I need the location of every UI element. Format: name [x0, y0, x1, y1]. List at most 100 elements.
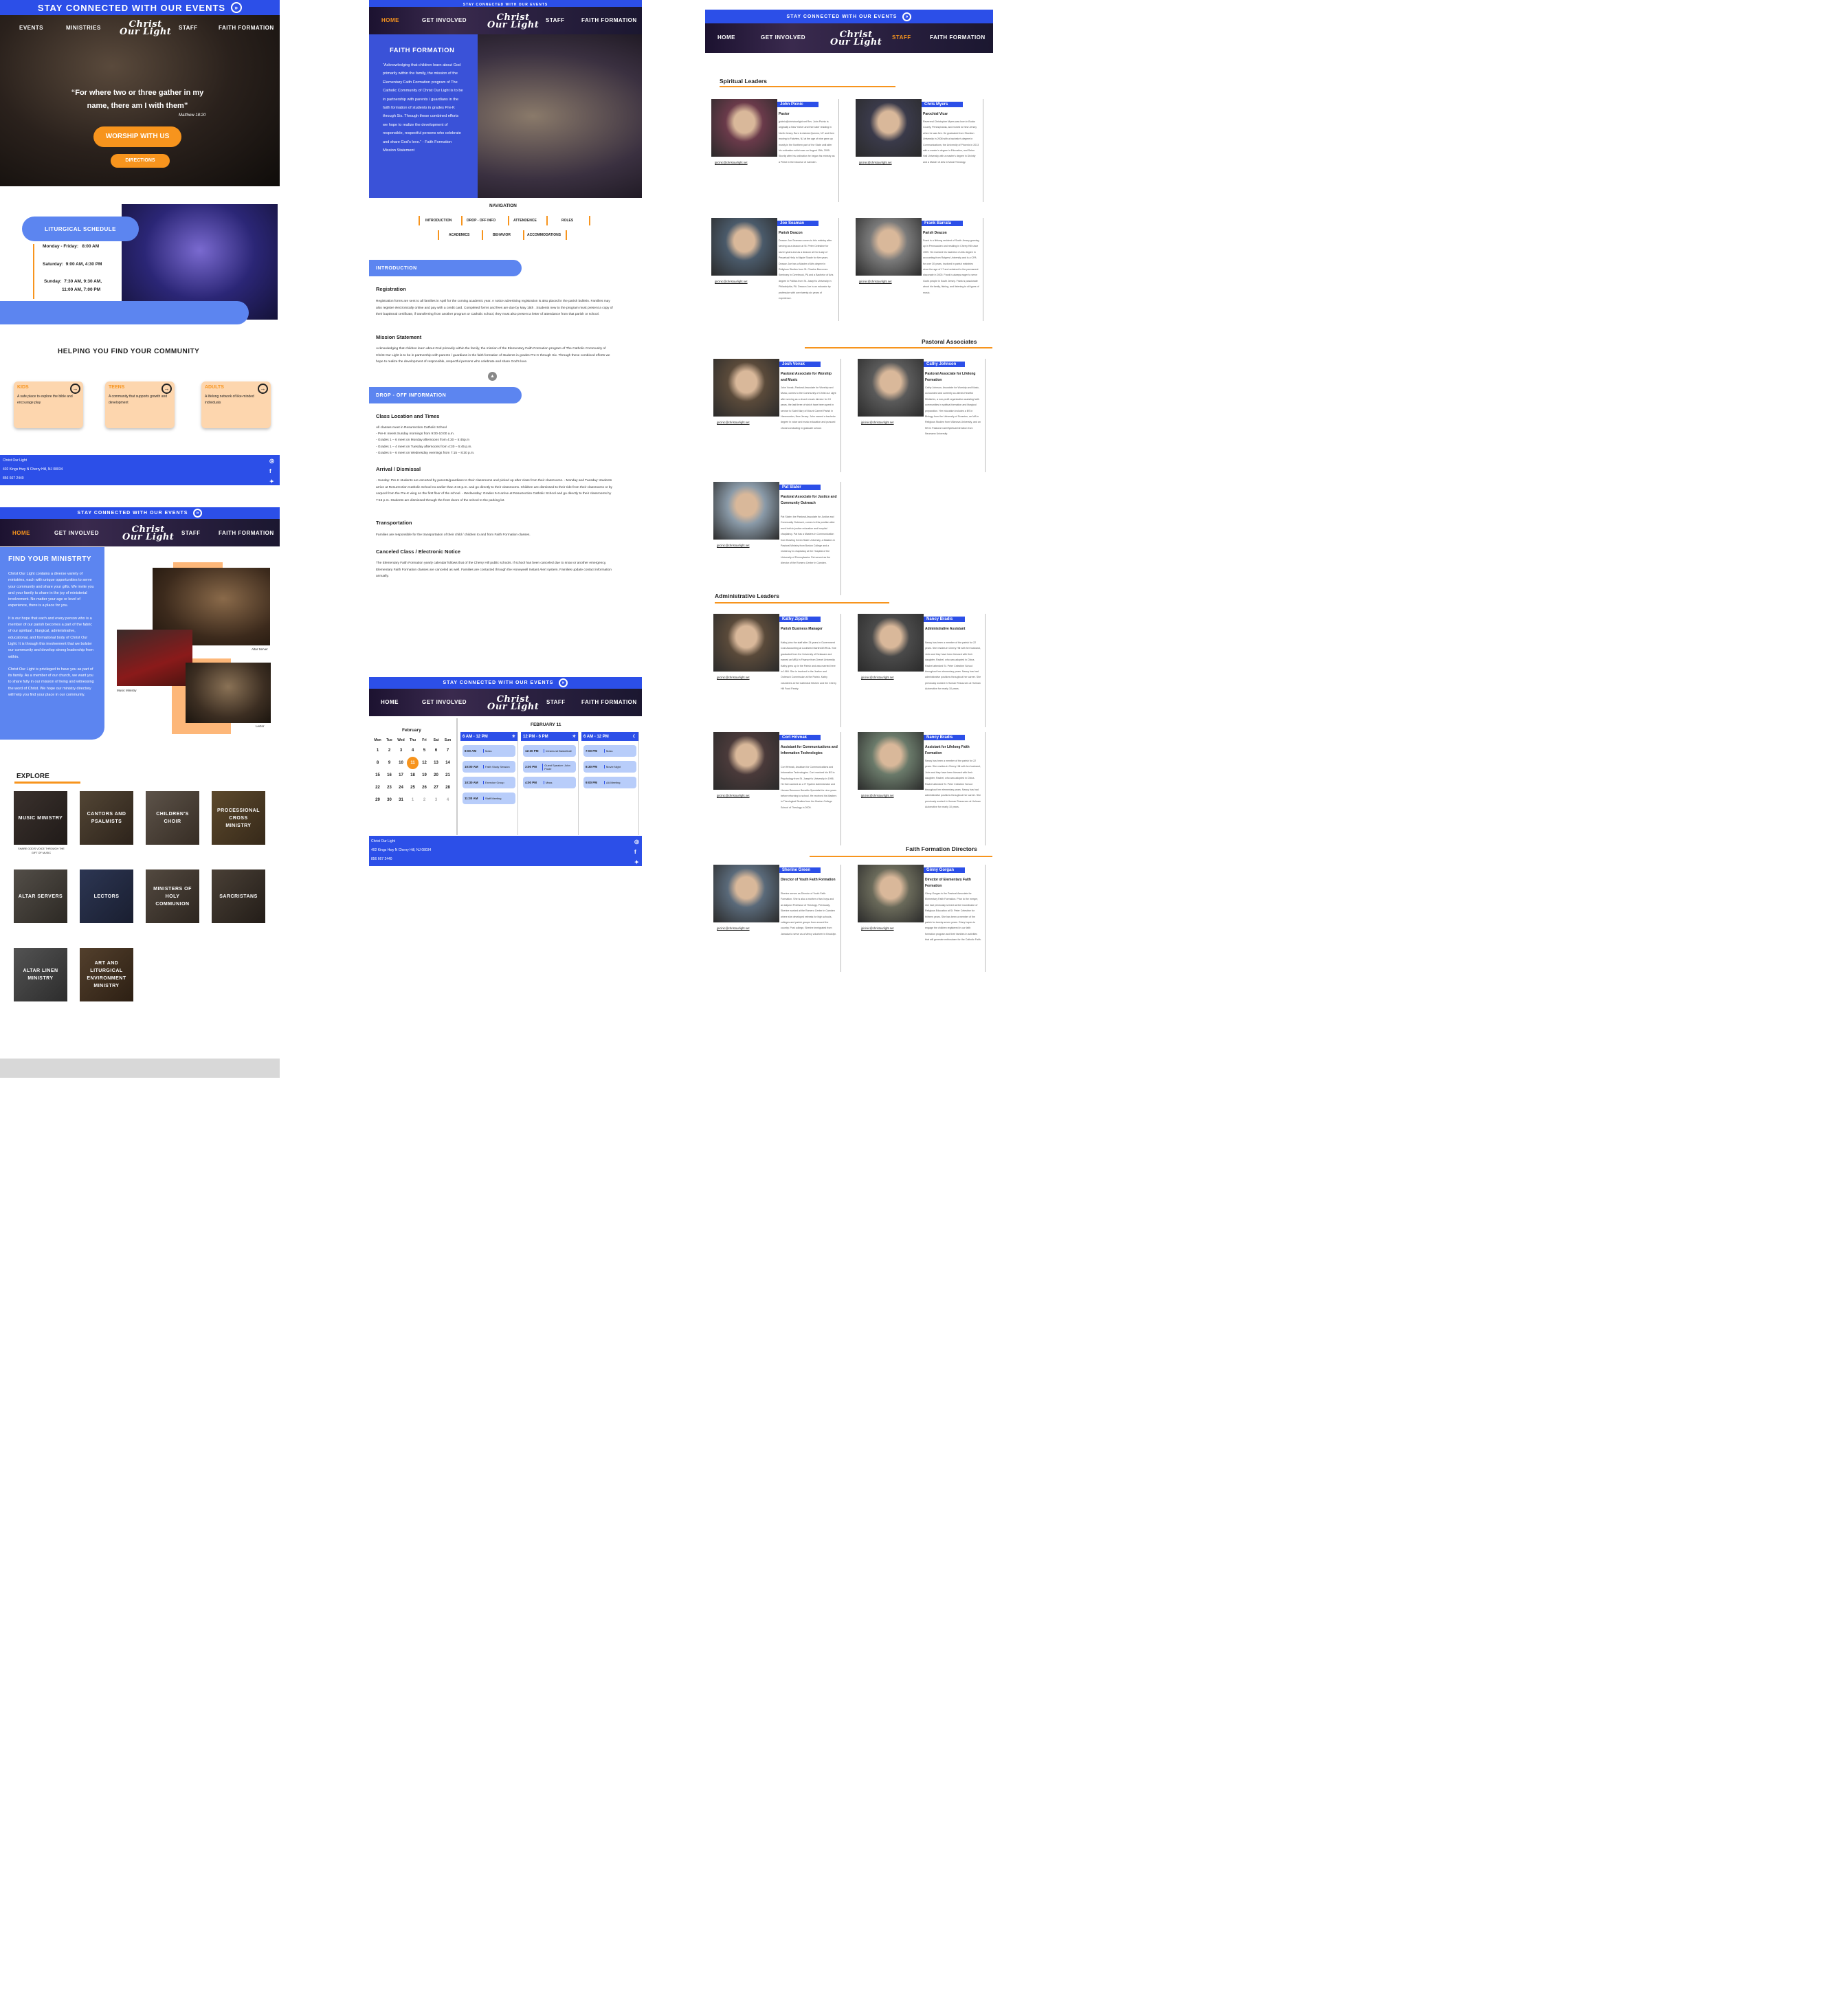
nav-faith-formation[interactable]: FAITH FORMATION — [219, 25, 274, 31]
calendar-day[interactable]: 17 — [395, 769, 407, 782]
staff-email[interactable]: jpicinic@christourlight.net — [861, 421, 894, 424]
calendar-day[interactable]: 11 — [407, 757, 419, 769]
staff-name[interactable]: Frank Barrata — [922, 221, 963, 226]
church-logo[interactable]: Christ Our Light — [120, 20, 171, 36]
calendar-day[interactable]: 2 — [419, 794, 430, 806]
dropoff-pill[interactable]: DROP - OFF INFORMATION — [369, 387, 522, 403]
tile-sacristans[interactable]: SARCRISTANS — [212, 869, 265, 923]
nav-home[interactable]: HOME — [12, 530, 30, 536]
event-item[interactable]: 11:30 AM Staff Meeting — [463, 793, 515, 804]
facebook-icon[interactable]: f — [634, 848, 639, 856]
tile-lectors[interactable]: LECTORS — [80, 869, 133, 923]
directions-button[interactable]: DIRECTIONS — [111, 154, 170, 168]
double-chevron-right-icon[interactable]: » — [193, 509, 203, 518]
tile-holy-communion[interactable]: MINISTERS OF HOLY COMMUNION — [146, 869, 199, 923]
staff-email[interactable]: jpicinic@christourlight.net — [717, 676, 750, 679]
link-roles[interactable]: ROLES — [546, 216, 573, 225]
staff-email[interactable]: jpicinic@christourlight.net — [717, 421, 750, 424]
calendar-day[interactable]: 14 — [442, 757, 454, 769]
staff-name[interactable]: Cort Hrivnak — [779, 735, 821, 740]
nav-staff[interactable]: STAFF — [546, 17, 565, 23]
calendar-day[interactable]: 20 — [430, 769, 442, 782]
nav-home[interactable]: HOME — [381, 17, 399, 23]
event-item[interactable]: 4:00 PM Mass — [523, 777, 576, 788]
nav-events[interactable]: EVENTS — [19, 25, 43, 31]
calendar-day[interactable]: 29 — [372, 794, 383, 806]
tile-processional-cross[interactable]: PROCESSIONAL CROSS MINISTRY — [212, 791, 265, 845]
event-item[interactable]: 10:00 AM Faith Study Session — [463, 761, 515, 773]
events-banner[interactable]: STAY CONNECTED WITH OUR EVENTS — [369, 0, 642, 7]
calendar-day[interactable]: 1 — [372, 744, 383, 757]
nav-get-involved[interactable]: GET INVOLVED — [761, 34, 805, 41]
calendar-day[interactable]: 30 — [383, 794, 395, 806]
staff-name[interactable]: John Picnic — [777, 102, 819, 107]
tile-altar-servers[interactable]: ALTAR SERVERS — [14, 869, 67, 923]
calendar-day[interactable]: 6 — [430, 744, 442, 757]
link-attendance[interactable]: ATTENDENCE — [508, 216, 537, 225]
calendar-day[interactable]: 2 — [383, 744, 395, 757]
intro-pill[interactable]: INTRODUCTION — [369, 260, 522, 276]
staff-name[interactable]: Josh Vovak — [779, 362, 821, 367]
church-logo[interactable]: Christ Our Light — [487, 695, 539, 711]
staff-name[interactable]: Cathy Johnson — [924, 362, 965, 367]
staff-name[interactable]: Nancy Bradis — [924, 617, 965, 622]
nav-faith-formation[interactable]: FAITH FORMATION — [930, 34, 986, 41]
calendar-day[interactable]: 19 — [419, 769, 430, 782]
link-drop-off[interactable]: DROP - OFF INFO — [461, 216, 496, 225]
calendar-day[interactable]: 27 — [430, 782, 442, 794]
calendar-day[interactable]: 7 — [442, 744, 454, 757]
events-banner[interactable]: STAY CONNECTED WITH OUR EVENTS » — [369, 677, 642, 689]
events-banner[interactable]: STAY CONNECTED WITH OUR EVENTS » — [0, 507, 280, 519]
staff-email[interactable]: jpicinic@christourlight.net — [717, 927, 750, 930]
staff-email[interactable]: jpicinic@christourlight.net — [715, 161, 748, 164]
calendar-day[interactable]: 8 — [372, 757, 383, 769]
nav-faith-formation[interactable]: FAITH FORMATION — [581, 17, 637, 23]
calendar-day[interactable]: 15 — [372, 769, 383, 782]
nav-home[interactable]: HOME — [381, 699, 399, 705]
staff-name[interactable]: Joe Seaman — [777, 221, 819, 226]
twitter-icon[interactable]: ✦ — [269, 477, 274, 486]
events-banner[interactable]: STAY CONNECTED WITH OUR EVENTS » — [0, 0, 280, 15]
double-chevron-right-icon[interactable]: » — [559, 678, 568, 687]
kids-card[interactable]: KIDS A safe place to explore the bible a… — [14, 381, 83, 428]
adults-card[interactable]: ADULTS A lifelong network of like-minded… — [201, 381, 271, 428]
calendar-day[interactable]: 21 — [442, 769, 454, 782]
instagram-icon[interactable]: ◎ — [269, 456, 274, 465]
nav-get-involved[interactable]: GET INVOLVED — [422, 699, 467, 705]
nav-staff[interactable]: STAFF — [546, 699, 566, 705]
tile-cantors[interactable]: CANTORS AND PSALMISTS — [80, 791, 133, 845]
tile-altar-linen[interactable]: ALTAR LINEN MINISTRY — [14, 948, 67, 1001]
staff-name[interactable]: Kathy Zippilli — [779, 617, 821, 622]
staff-email[interactable]: jpicinic@christourlight.net — [715, 280, 748, 283]
teens-card[interactable]: TEENS A community that supports growth a… — [105, 381, 175, 428]
twitter-icon[interactable]: ✦ — [634, 858, 639, 866]
staff-email[interactable]: jpicinic@christourlight.net — [861, 794, 894, 797]
calendar-day[interactable]: 25 — [407, 782, 419, 794]
nav-staff[interactable]: STAFF — [892, 34, 911, 41]
calendar-day[interactable]: 16 — [383, 769, 395, 782]
event-item[interactable]: 12:30 PM Intramural Basketball — [523, 745, 576, 757]
calendar-day[interactable]: 28 — [442, 782, 454, 794]
event-item[interactable]: 7:00 PM Mass — [583, 745, 636, 757]
calendar-day[interactable]: 23 — [383, 782, 395, 794]
staff-email[interactable]: jpicinic@christourlight.net — [859, 280, 892, 283]
church-logo[interactable]: Christ Our Light — [487, 13, 539, 30]
facebook-icon[interactable]: f — [269, 467, 274, 476]
link-accommodations[interactable]: ACCOMMODATIONS — [523, 230, 561, 240]
event-item[interactable]: 8:30 PM Movie Night — [583, 761, 636, 773]
staff-name[interactable]: Ginny Gorgan — [924, 867, 965, 873]
nav-staff[interactable]: STAFF — [179, 25, 198, 31]
calendar-day[interactable]: 26 — [419, 782, 430, 794]
double-chevron-right-icon[interactable]: » — [231, 2, 243, 13]
double-chevron-right-icon[interactable]: » — [902, 12, 912, 21]
nav-faith-formation[interactable]: FAITH FORMATION — [219, 530, 274, 536]
events-banner[interactable]: STAY CONNECTED WITH OUR EVENTS » — [705, 10, 993, 23]
instagram-icon[interactable]: ◎ — [634, 837, 639, 846]
staff-name[interactable]: Nancy Bradis — [924, 735, 965, 740]
staff-email[interactable]: jpicinic@christourlight.net — [859, 161, 892, 164]
calendar-day[interactable]: 22 — [372, 782, 383, 794]
staff-email[interactable]: jpicinic@christourlight.net — [717, 794, 750, 797]
nav-get-involved[interactable]: GET INVOLVED — [422, 17, 467, 23]
staff-name[interactable]: Chris Myers — [922, 102, 963, 107]
staff-email[interactable]: jpicinic@christourlight.net — [717, 544, 750, 547]
